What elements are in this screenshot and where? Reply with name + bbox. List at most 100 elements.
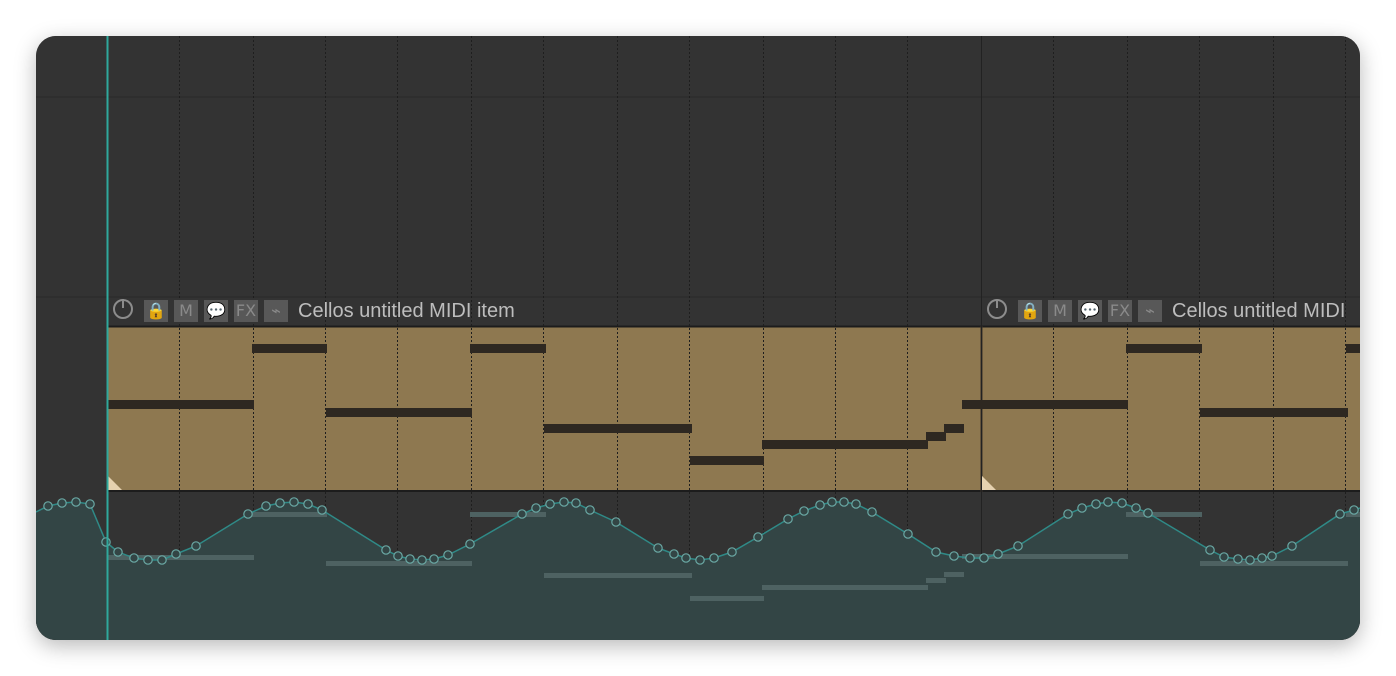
envelope-point <box>867 507 877 517</box>
envelope-point <box>465 539 475 549</box>
envelope-point <box>783 514 793 524</box>
envelope-point <box>85 499 95 509</box>
ghost-note <box>544 573 692 578</box>
envelope-point <box>931 547 941 557</box>
envelope-point <box>695 555 705 565</box>
envelope-point <box>903 529 913 539</box>
envelope-point <box>417 555 427 565</box>
envelope-icon[interactable]: ⌁ <box>264 300 288 322</box>
envelope-point <box>1091 499 1101 509</box>
notes-icon[interactable]: 💬 <box>204 300 228 322</box>
envelope-point <box>57 498 67 508</box>
lock-icon[interactable]: 🔒 <box>1018 300 1042 322</box>
midi-note <box>690 456 764 465</box>
envelope-point <box>289 497 299 507</box>
midi-note <box>762 440 928 449</box>
envelope-point <box>559 497 569 507</box>
midi-note <box>108 400 254 409</box>
envelope-point <box>709 553 719 563</box>
midi-note <box>926 432 946 441</box>
envelope-point <box>275 498 285 508</box>
envelope-point <box>839 497 849 507</box>
envelope-point <box>1245 555 1255 565</box>
envelope-point <box>1335 509 1345 519</box>
midi-item-title[interactable]: Cellos untitled MIDI item <box>298 298 515 324</box>
envelope-point <box>43 501 53 511</box>
envelope-point <box>243 509 253 519</box>
midi-note <box>252 344 327 353</box>
midi-note <box>470 344 546 353</box>
envelope-point <box>993 549 1003 559</box>
ghost-note <box>982 554 1128 559</box>
envelope-point <box>129 553 139 563</box>
timeline-canvas[interactable] <box>36 36 1360 640</box>
midi-note <box>982 400 1128 409</box>
envelope-point <box>317 505 327 515</box>
envelope-point <box>1257 553 1267 563</box>
envelope-point <box>799 506 809 516</box>
arrange-view[interactable]: 🔒 M 💬 FX ⌁ Cellos untitled MIDI item 🔒 M… <box>36 36 1360 640</box>
envelope-point <box>571 498 581 508</box>
envelope-point <box>727 547 737 557</box>
power-icon[interactable] <box>113 299 133 319</box>
envelope-point <box>113 547 123 557</box>
envelope-point <box>191 541 201 551</box>
envelope-point <box>1103 497 1113 507</box>
ghost-note <box>252 512 327 517</box>
ghost-note <box>762 585 928 590</box>
midi-note <box>944 424 964 433</box>
notes-icon[interactable]: 💬 <box>1078 300 1102 322</box>
midi-item-title[interactable]: Cellos untitled MIDI <box>1172 298 1345 324</box>
envelope-point <box>381 545 391 555</box>
power-icon[interactable] <box>987 299 1007 319</box>
envelope-point <box>531 503 541 513</box>
midi-note <box>544 424 692 433</box>
ghost-note <box>926 578 946 583</box>
envelope-point <box>157 555 167 565</box>
envelope-point <box>101 537 111 547</box>
envelope-point <box>1013 541 1023 551</box>
envelope-point <box>517 509 527 519</box>
envelope-point <box>1219 552 1229 562</box>
ghost-note <box>690 596 764 601</box>
midi-note <box>326 408 472 417</box>
mute-icon[interactable]: M <box>1048 300 1072 322</box>
envelope-point <box>171 549 181 559</box>
ghost-note <box>326 561 472 566</box>
envelope-point <box>669 549 679 559</box>
envelope-point <box>827 497 837 507</box>
envelope-point <box>1267 551 1277 561</box>
envelope-point <box>261 501 271 511</box>
envelope-point <box>429 554 439 564</box>
fx-icon[interactable]: FX <box>1108 300 1132 322</box>
envelope-point <box>681 553 691 563</box>
envelope-point <box>585 505 595 515</box>
envelope-point <box>851 499 861 509</box>
envelope-point <box>949 551 959 561</box>
envelope-point <box>1349 505 1359 515</box>
envelope-point <box>405 554 415 564</box>
envelope-point <box>1143 508 1153 518</box>
midi-note <box>1346 344 1360 353</box>
mute-icon[interactable]: M <box>174 300 198 322</box>
envelope-point <box>1287 541 1297 551</box>
envelope-point <box>965 553 975 563</box>
ghost-note <box>470 512 546 517</box>
envelope-point <box>979 553 989 563</box>
envelope-point <box>1063 509 1073 519</box>
envelope-point <box>1077 503 1087 513</box>
lock-icon[interactable]: 🔒 <box>144 300 168 322</box>
envelope-point <box>1131 503 1141 513</box>
midi-note <box>962 400 982 409</box>
fx-icon[interactable]: FX <box>234 300 258 322</box>
ghost-note <box>1200 561 1348 566</box>
envelope-point <box>753 532 763 542</box>
ghost-note <box>944 572 964 577</box>
envelope-point <box>545 499 555 509</box>
ghost-note <box>1126 512 1202 517</box>
midi-note <box>1200 408 1348 417</box>
envelope-point <box>71 497 81 507</box>
envelope-point <box>653 543 663 553</box>
envelope-icon[interactable]: ⌁ <box>1138 300 1162 322</box>
envelope-point <box>1233 554 1243 564</box>
